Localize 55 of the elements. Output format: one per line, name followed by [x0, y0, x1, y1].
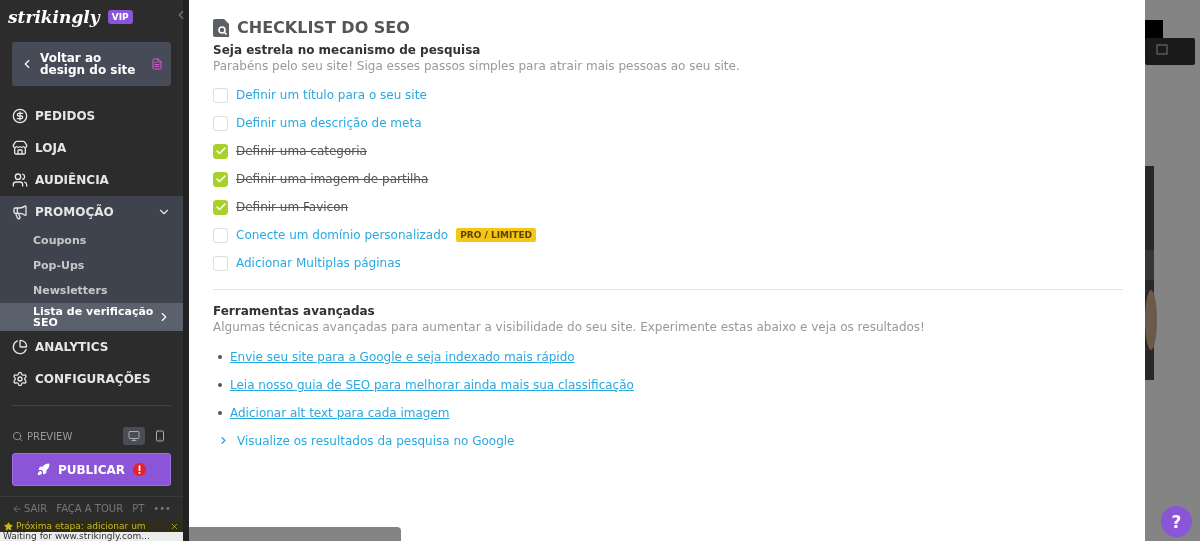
- dollar-icon: [12, 108, 28, 124]
- settings-icon: [12, 371, 28, 387]
- nav-item[interactable]: CONFIGURAÇÕES: [0, 363, 183, 395]
- checkbox[interactable]: [213, 171, 228, 187]
- checklist-item[interactable]: Definir uma categoria: [236, 144, 367, 158]
- checkbox[interactable]: [213, 115, 228, 131]
- section-intro: Algumas técnicas avançadas para aumentar a visibilidade do seu site. Experimente estas abaixo e veja os resultados!: [213, 320, 926, 334]
- nav-item[interactable]: PEDIDOS: [0, 100, 183, 132]
- browser-status: Waiting for www.strikingly.com...: [0, 532, 183, 541]
- preview-button[interactable]: PREVIEW: [12, 430, 119, 442]
- pro-badge: PRO / LIMITED: [456, 228, 537, 242]
- sub-nav-item[interactable]: Coupons: [0, 228, 183, 253]
- sub-nav-item[interactable]: Newsletters: [0, 278, 183, 303]
- nav-item[interactable]: ANALYTICS: [0, 331, 183, 363]
- sub-nav-item[interactable]: Lista de verificação SEO: [0, 303, 183, 331]
- checkbox[interactable]: [213, 199, 228, 215]
- arrow-left-icon: [12, 503, 22, 514]
- checkbox[interactable]: [213, 227, 228, 243]
- search-icon: [12, 430, 23, 442]
- seo-search-icon: [213, 18, 229, 37]
- bullet-icon: [218, 410, 222, 415]
- sub-nav-item[interactable]: Pop-Ups: [0, 253, 183, 278]
- chevron-right-icon: [218, 435, 229, 446]
- footer-link[interactable]: PT: [132, 503, 145, 514]
- users-icon: [12, 172, 28, 188]
- checkbox[interactable]: [213, 143, 228, 159]
- footer-link[interactable]: FAÇA A TOUR: [56, 503, 124, 514]
- star-icon: [4, 521, 13, 531]
- bullet-icon: [218, 382, 222, 387]
- publish-button[interactable]: PUBLICAR: [12, 453, 171, 486]
- checkbox[interactable]: [213, 255, 228, 271]
- section-heading: Ferramentas avançadas: [213, 304, 376, 318]
- page-title: CHECKLIST DO SEO: [237, 18, 410, 37]
- scrollbar[interactable]: [189, 527, 401, 541]
- logo: strikingly: [8, 7, 100, 27]
- store-icon: [12, 140, 28, 156]
- nav-item[interactable]: LOJA: [0, 132, 183, 164]
- checklist-item[interactable]: Definir um Favicon: [236, 200, 349, 214]
- section-intro: Parabéns pelo seu site! Siga esses passos simples para atrair mais pessoas ao seu site.: [213, 59, 741, 73]
- megaphone-icon: [12, 204, 28, 220]
- vip-badge: VIP: [107, 10, 133, 24]
- footer-link[interactable]: SAIR: [12, 503, 48, 514]
- back-button[interactable]: Voltar ao design do site: [12, 42, 171, 86]
- desktop-icon[interactable]: [123, 427, 145, 445]
- section-heading: Seja estrela no mecanismo de pesquisa: [213, 43, 482, 57]
- page-icon: [151, 58, 163, 70]
- bullet-icon: [218, 354, 222, 359]
- checklist-item[interactable]: Definir uma imagem de partilha: [236, 172, 429, 186]
- rocket-icon: [36, 463, 50, 476]
- nav-item[interactable]: AUDIÊNCIA: [0, 164, 183, 196]
- footer-link[interactable]: •••: [153, 503, 171, 514]
- close-icon: [170, 521, 179, 531]
- alert-icon: [133, 463, 147, 476]
- checkbox[interactable]: [213, 87, 228, 103]
- pie-chart-icon: [12, 339, 28, 355]
